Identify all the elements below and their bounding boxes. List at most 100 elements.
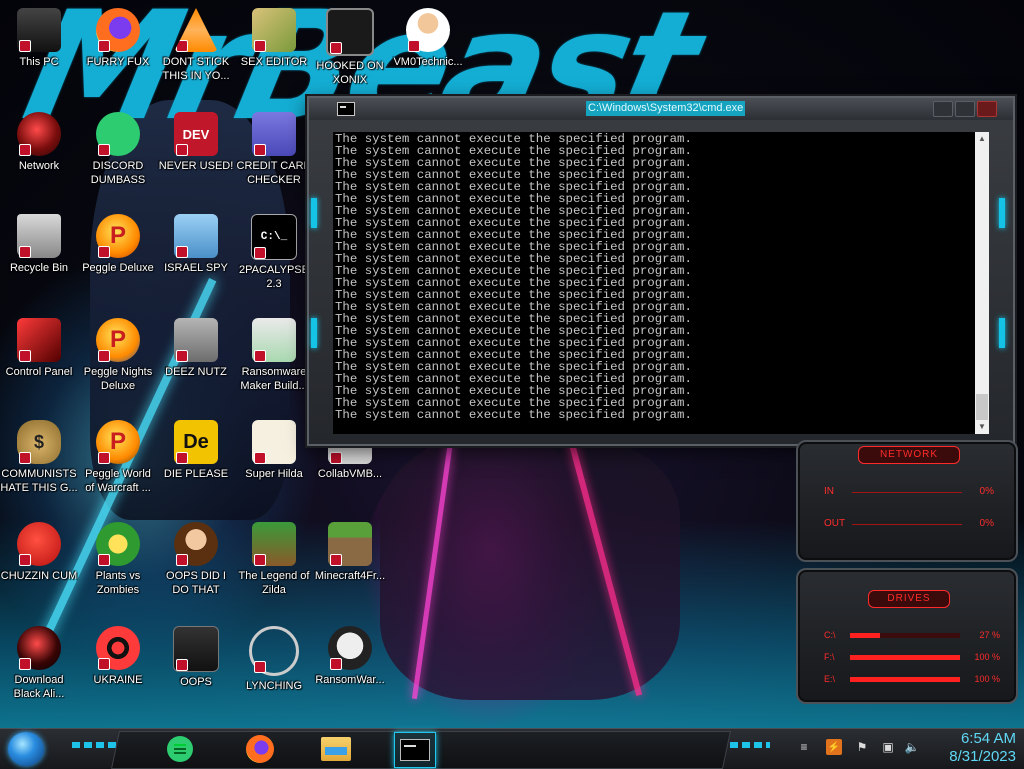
drive-usage-fill	[850, 677, 960, 682]
desktop-icon[interactable]: RansomWar...	[311, 626, 389, 687]
drive-label: E:\	[824, 674, 836, 684]
volume-icon[interactable]: 🔈	[904, 739, 920, 755]
desktop-icon[interactable]: P Peggle World of Warcraft ...	[79, 420, 157, 495]
desktop-icon[interactable]: Download Black Ali...	[0, 626, 78, 701]
shortcut-arrow-icon	[254, 554, 266, 566]
desktop-icon[interactable]: P Peggle Deluxe	[79, 214, 157, 275]
desktop-icon[interactable]: CHUZZIN CUM	[0, 522, 78, 583]
desktop-icon-label: Ransomware Maker Build...	[240, 366, 308, 392]
show-hidden-icon[interactable]: ≡	[796, 739, 812, 755]
desktop-icon[interactable]: Super Hilda	[235, 420, 313, 481]
desktop-icon[interactable]: Control Panel	[0, 318, 78, 379]
cmd-scrollbar[interactable]: ▲ ▼	[975, 132, 989, 434]
cmd-titlebar[interactable]: C:\Windows\System32\cmd.exe	[309, 98, 1013, 120]
desktop-icon[interactable]: DISCORD DUMBASS	[79, 112, 157, 187]
drive-usage-value: 100 %	[974, 652, 1000, 662]
desktop-icon-label: This PC	[19, 56, 59, 68]
maximize-button[interactable]	[955, 101, 975, 117]
shortcut-arrow-icon	[330, 42, 342, 54]
minimize-button[interactable]	[933, 101, 953, 117]
shortcut-arrow-icon	[176, 659, 188, 671]
desktop-icon[interactable]: SEX EDITOR	[235, 8, 313, 69]
desktop-icon[interactable]: Network	[0, 112, 78, 173]
frame-accent	[311, 318, 317, 348]
desktop-icon[interactable]: P Peggle Nights Deluxe	[79, 318, 157, 393]
desktop-icon[interactable]: DEV NEVER USED!	[157, 112, 235, 173]
cmd-icon[interactable]	[337, 102, 355, 116]
taskbar-decoration	[730, 742, 770, 748]
desktop-icon[interactable]: $ COMMUNISTS HATE THIS G...	[0, 420, 78, 495]
shortcut-arrow-icon	[176, 144, 188, 156]
desktop-icon[interactable]: Recycle Bin	[0, 214, 78, 275]
desktop-icon[interactable]: LYNCHING	[235, 626, 313, 693]
desktop-icon-label: FURRY FUX	[86, 56, 150, 68]
desktop-icon[interactable]: ISRAEL SPY	[157, 214, 235, 275]
taskbar-cmd-button[interactable]	[394, 732, 436, 768]
drive-usage-bar	[850, 677, 960, 682]
desktop-icon[interactable]: This PC	[0, 8, 78, 69]
desktop-icon[interactable]: UKRAINE	[79, 626, 157, 687]
desktop-icon[interactable]: OOPS	[157, 626, 235, 689]
frame-accent	[999, 318, 1005, 348]
desktop-icon-label: Plants vs Zombies	[95, 570, 141, 596]
desktop-icon-label: CREDIT CARD CHECKER	[236, 160, 312, 186]
start-button[interactable]	[8, 732, 44, 766]
scrollbar-thumb[interactable]	[976, 394, 988, 420]
flag-icon[interactable]: ⚑	[854, 739, 870, 755]
desktop-icon[interactable]: VM0Technic...	[389, 8, 467, 69]
desktop-icon-label: 2PACALYPSE 2.3	[239, 264, 309, 290]
network-out-row: OUT 0%	[812, 516, 1000, 532]
drive-usage-value: 100 %	[974, 674, 1000, 684]
close-button[interactable]	[977, 101, 997, 117]
stacked-windows-icon	[174, 318, 218, 362]
desktop-icon[interactable]: Ransomware Maker Build...	[235, 318, 313, 393]
peggle-wow-icon: P	[96, 420, 140, 464]
shortcut-arrow-icon	[254, 40, 266, 52]
skull-icon	[328, 626, 372, 670]
desktop-icon[interactable]: C:\_ 2PACALYPSE 2.3	[235, 214, 313, 291]
firefox-icon	[246, 735, 274, 763]
desktop-icon[interactable]: De DIE PLEASE	[157, 420, 235, 481]
network-out-value: 0%	[979, 518, 994, 529]
frame-accent	[999, 198, 1005, 228]
desktop-icon[interactable]: OOPS DID I DO THAT	[157, 522, 235, 597]
peggle-icon: P	[96, 214, 140, 258]
desktop-icon[interactable]: DEEZ NUTZ	[157, 318, 235, 379]
desktop-icon-label: COMMUNISTS HATE THIS G...	[0, 468, 78, 494]
network-gadget[interactable]: NETWORK IN 0% OUT 0%	[796, 440, 1018, 562]
taskbar-discord-button[interactable]	[160, 732, 200, 766]
desktop-icon[interactable]: HOOKED ON XONIX	[311, 8, 389, 87]
desktop-icon[interactable]: Plants vs Zombies	[79, 522, 157, 597]
frame-accent	[311, 198, 317, 228]
shortcut-arrow-icon	[254, 247, 266, 259]
scroll-down-arrow-icon[interactable]: ▼	[975, 420, 989, 434]
taskbar-firefox-button[interactable]	[240, 732, 280, 766]
drive-label: C:\	[824, 630, 836, 640]
shortcut-arrow-icon	[176, 246, 188, 258]
desktop-icon[interactable]: The Legend of Zilda	[235, 522, 313, 597]
desktop-icon-label: DEEZ NUTZ	[165, 366, 227, 378]
discord-chat-icon	[96, 112, 140, 156]
shortcut-arrow-icon	[19, 144, 31, 156]
vlc-cone-icon	[174, 8, 218, 52]
notification-app-icon[interactable]: ⚡	[826, 739, 842, 755]
drives-gadget[interactable]: DRIVES C:\ 27 % F:\ 100 % E:\ 100 %	[796, 568, 1018, 704]
cmd-console-area[interactable]: The system cannot execute the specified …	[333, 132, 975, 434]
desktop-icon[interactable]: FURRY FUX	[79, 8, 157, 69]
de-icon: De	[174, 420, 218, 464]
doctor-icon	[406, 8, 450, 52]
desktop-icon[interactable]: Minecraft4Fr...	[311, 522, 389, 583]
taskbar[interactable]: ≡ ⚡ ⚑ ▣ 🔈 6:54 AM 8/31/2023	[0, 728, 1024, 769]
cmd-window[interactable]: C:\Windows\System32\cmd.exe The system c…	[307, 96, 1015, 446]
desktop-icon-label: DIE PLEASE	[163, 468, 229, 480]
hxd-editor-icon	[252, 8, 296, 52]
desktop-icon[interactable]: DONT STICK THIS IN YO...	[157, 8, 235, 83]
clock-time: 6:54 AM	[960, 730, 1016, 747]
taskbar-clock[interactable]: 6:54 AM 8/31/2023	[930, 730, 1016, 768]
desktop-icon[interactable]: CREDIT CARD CHECKER	[235, 112, 313, 187]
taskbar-file-explorer-button[interactable]	[316, 732, 356, 766]
shortcut-arrow-icon	[98, 452, 110, 464]
shortcut-arrow-icon	[176, 40, 188, 52]
network-icon[interactable]: ▣	[880, 739, 896, 755]
scroll-up-arrow-icon[interactable]: ▲	[975, 132, 989, 146]
